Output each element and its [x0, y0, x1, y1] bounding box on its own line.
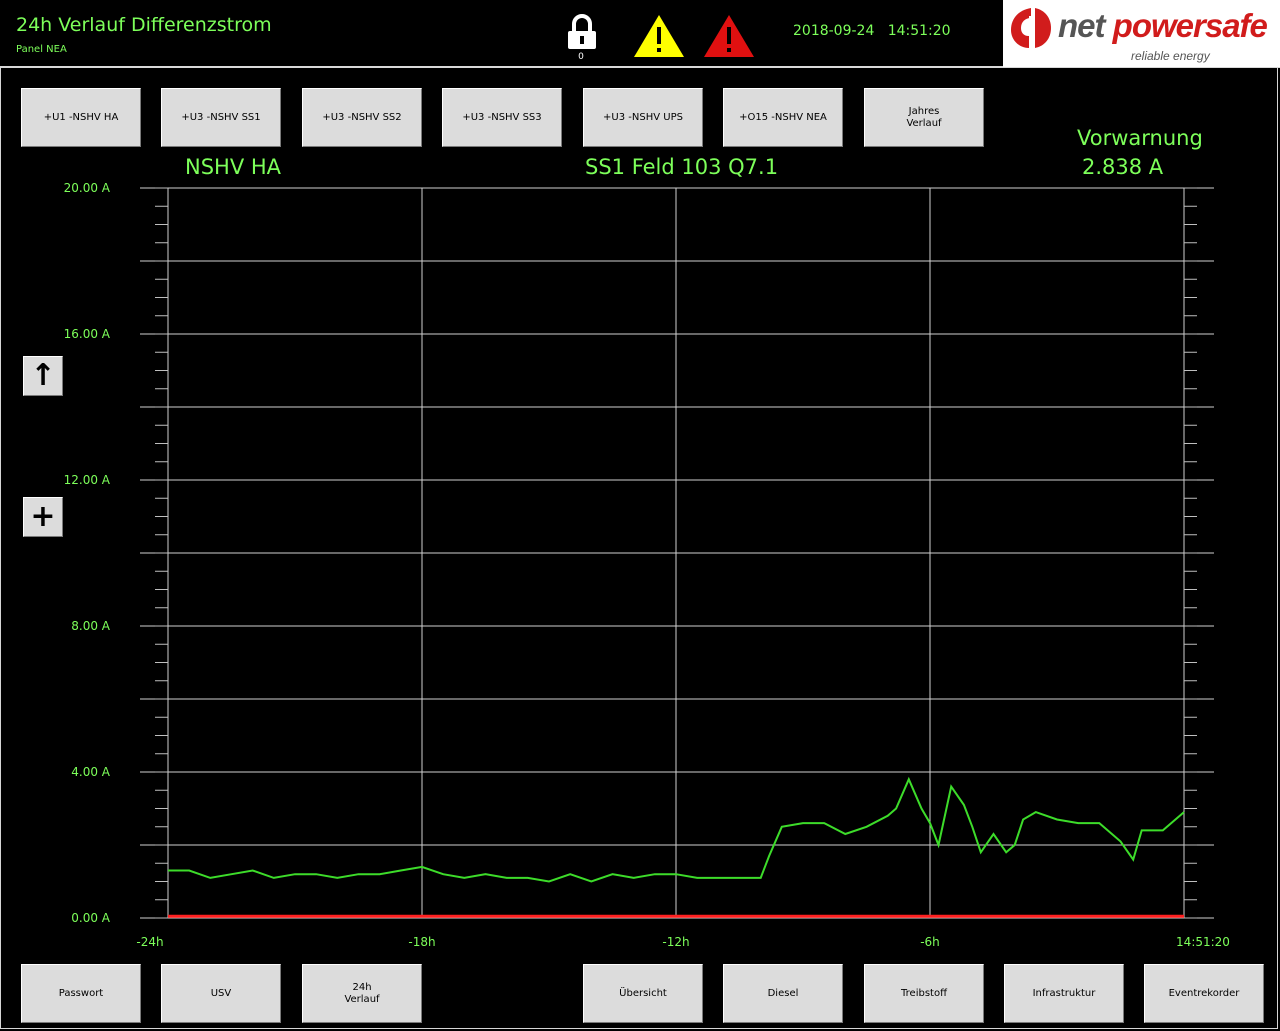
usv-button[interactable]: USV: [161, 964, 281, 1023]
differential-current-chart: [140, 187, 1214, 919]
x-tick-label: -6h: [920, 935, 940, 949]
y-tick-label: 8.00 A: [71, 619, 110, 633]
y-tick-label: 0.00 A: [71, 911, 110, 925]
infrastruktur-button[interactable]: Infrastruktur: [1004, 964, 1124, 1023]
passwort-button[interactable]: Passwort: [21, 964, 141, 1023]
uebersicht-button[interactable]: Übersicht: [583, 964, 703, 1023]
verlauf-24h-button[interactable]: 24h Verlauf: [302, 964, 422, 1023]
x-tick-label: -12h: [662, 935, 690, 949]
y-tick-label: 16.00 A: [63, 327, 110, 341]
y-tick-label: 4.00 A: [71, 765, 110, 779]
y-tick-label: 12.00 A: [63, 473, 110, 487]
treibstoff-button[interactable]: Treibstoff: [864, 964, 984, 1023]
x-tick-label: -24h: [136, 935, 164, 949]
y-tick-label: 20.00 A: [63, 181, 110, 195]
x-tick-label: -18h: [408, 935, 436, 949]
diesel-button[interactable]: Diesel: [723, 964, 843, 1023]
x-tick-label: 14:51:20: [1176, 935, 1230, 949]
eventrekorder-button[interactable]: Eventrekorder: [1144, 964, 1264, 1023]
